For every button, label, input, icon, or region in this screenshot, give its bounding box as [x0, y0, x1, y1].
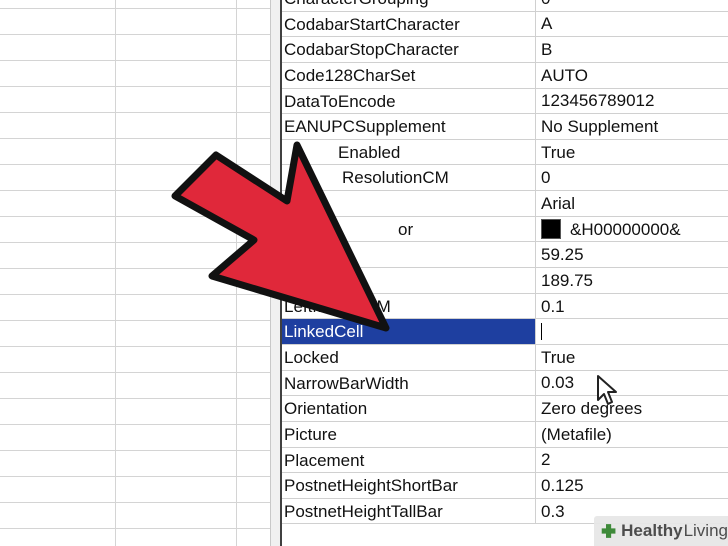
- property-value[interactable]: Arial: [536, 191, 728, 216]
- property-row[interactable]: NarrowBarWidth 0.03: [282, 370, 728, 397]
- grid-row-line: [0, 34, 270, 35]
- property-name: Orientation: [282, 396, 536, 421]
- grid-row-line: [0, 138, 270, 139]
- watermark-word-1: Healthy: [621, 521, 683, 540]
- property-row[interactable]: EANUPCSupplement No Supplement: [282, 114, 728, 140]
- property-value[interactable]: AUTO: [536, 63, 728, 88]
- property-name: EANUPCSupplement: [282, 114, 536, 139]
- property-row[interactable]: LeftMarginCM 0.1: [282, 293, 728, 320]
- property-row[interactable]: CharacterGrouping 0: [282, 0, 728, 12]
- property-name: Locked: [282, 344, 536, 370]
- plus-heart-icon: [601, 524, 616, 538]
- grid-row-line: [0, 294, 270, 295]
- property-name: [282, 268, 536, 293]
- grid-row-line: [0, 424, 270, 425]
- text-cursor: [541, 323, 542, 341]
- property-value[interactable]: True: [536, 345, 728, 370]
- grid-column-line: [236, 0, 237, 546]
- property-row[interactable]: or &H00000000&: [282, 216, 728, 243]
- property-value-color[interactable]: &H00000000&: [536, 217, 728, 242]
- mouse-pointer-icon: [597, 375, 617, 405]
- grid-row-line: [0, 320, 270, 321]
- grid-row-line: [0, 164, 270, 165]
- grid-row-line: [0, 8, 270, 9]
- property-row[interactable]: PostnetHeightShortBar 0.125: [282, 473, 728, 499]
- property-row[interactable]: Picture (Metafile): [282, 421, 728, 448]
- property-name: Enabled: [282, 139, 536, 165]
- property-name: [282, 242, 536, 268]
- grid-column-line: [115, 0, 116, 546]
- grid-row-line: [0, 268, 270, 269]
- property-value[interactable]: 189.75: [536, 268, 728, 293]
- property-row[interactable]: Enabled True: [282, 139, 728, 166]
- property-value[interactable]: 59.25: [536, 242, 728, 267]
- property-value[interactable]: 0: [536, 0, 728, 11]
- property-name: Code128CharSet: [282, 62, 536, 88]
- property-row[interactable]: Code128CharSet AUTO: [282, 62, 728, 89]
- grid-row-line: [0, 86, 270, 87]
- property-row[interactable]: Locked True: [282, 344, 728, 371]
- watermark-logo: Healthy Living: [594, 516, 728, 546]
- property-row[interactable]: CodabarStartCharacter A: [282, 11, 728, 38]
- property-name: NarrowBarWidth: [282, 370, 536, 396]
- property-row[interactable]: Orientation Zero degrees: [282, 396, 728, 422]
- property-value[interactable]: 2: [536, 448, 728, 473]
- property-name: DataToEncode: [282, 88, 536, 114]
- property-value[interactable]: 0.03: [536, 371, 728, 396]
- property-value[interactable]: 0.1: [536, 294, 728, 319]
- property-value[interactable]: A: [536, 12, 728, 37]
- property-value[interactable]: 0: [536, 165, 728, 190]
- grid-row-line: [0, 112, 270, 113]
- property-name: PostnetHeightTallBar: [282, 498, 536, 524]
- property-value[interactable]: B: [536, 37, 728, 62]
- grid-row-line: [0, 346, 270, 347]
- grid-row-line: [0, 372, 270, 373]
- property-name: Picture: [282, 421, 536, 447]
- property-value[interactable]: True: [536, 140, 728, 165]
- property-name: or: [282, 216, 536, 242]
- property-row[interactable]: 59.25: [282, 242, 728, 269]
- grid-row-line: [0, 476, 270, 477]
- property-name: Placement: [282, 447, 536, 473]
- property-name: LeftMarginCM: [282, 293, 536, 319]
- property-name: ResolutionCM: [282, 165, 536, 191]
- property-value[interactable]: 0.125: [536, 473, 728, 498]
- watermark-word-2: Living: [683, 521, 728, 540]
- grid-row-line: [0, 450, 270, 451]
- property-row[interactable]: Arial: [282, 191, 728, 217]
- grid-row-line: [0, 528, 270, 529]
- property-name: [282, 191, 536, 216]
- property-name: CodabarStartCharacter: [282, 11, 536, 37]
- property-name: PostnetHeightShortBar: [282, 473, 536, 498]
- grid-row-line: [0, 502, 270, 503]
- grid-row-line: [0, 216, 270, 217]
- property-name: LinkedCell: [282, 319, 536, 344]
- property-name: CodabarStopCharacter: [282, 37, 536, 62]
- property-value[interactable]: Zero degrees: [536, 396, 728, 421]
- property-row[interactable]: CodabarStopCharacter B: [282, 37, 728, 63]
- spreadsheet-grid: [0, 0, 270, 546]
- property-row[interactable]: Placement 2: [282, 447, 728, 474]
- property-row[interactable]: 189.75: [282, 268, 728, 294]
- grid-row-line: [0, 242, 270, 243]
- property-value[interactable]: 123456789012: [536, 89, 728, 114]
- property-row[interactable]: DataToEncode 123456789012: [282, 88, 728, 115]
- grid-row-line: [0, 190, 270, 191]
- color-value: &H00000000&: [570, 219, 681, 239]
- grid-row-line: [0, 60, 270, 61]
- grid-row-line: [0, 398, 270, 399]
- property-value[interactable]: (Metafile): [536, 422, 728, 447]
- property-row[interactable]: ResolutionCM 0: [282, 165, 728, 192]
- linked-cell-input[interactable]: [536, 319, 728, 344]
- property-name: CharacterGrouping: [282, 0, 536, 11]
- property-value[interactable]: No Supplement: [536, 114, 728, 139]
- properties-grid: CharacterGrouping 0 CodabarStartCharacte…: [282, 0, 728, 525]
- color-swatch: [541, 219, 561, 240]
- property-row-selected[interactable]: LinkedCell: [282, 319, 728, 345]
